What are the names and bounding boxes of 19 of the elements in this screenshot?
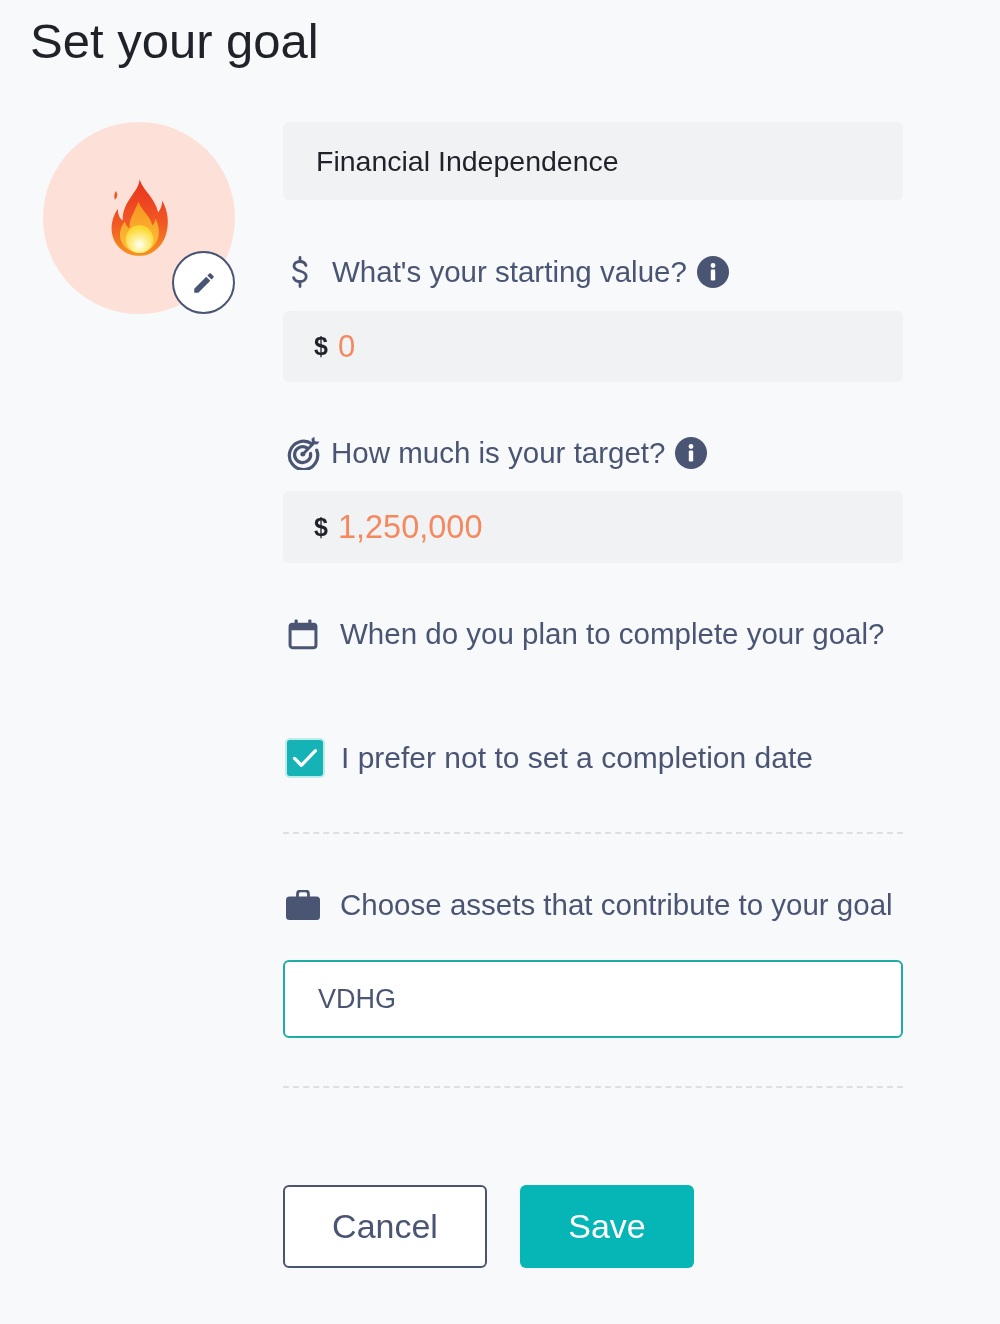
field-label: When do you plan to complete your goal?: [340, 617, 885, 651]
assets-input[interactable]: VDHG: [283, 960, 903, 1038]
field-label: What's your starting value?: [332, 255, 687, 289]
starting-value-field[interactable]: $ 0: [283, 311, 903, 382]
info-icon[interactable]: [675, 437, 708, 469]
dollar-icon: [290, 256, 310, 288]
field-label: Choose assets that contribute to your goal: [340, 888, 893, 922]
target-field[interactable]: $ 1,250,000: [283, 491, 903, 563]
field-label: How much is your target?: [331, 436, 666, 470]
checkbox[interactable]: [285, 738, 325, 778]
info-icon[interactable]: [696, 256, 729, 288]
checkmark-icon: [292, 748, 318, 768]
briefcase-icon: [286, 890, 320, 920]
calendar-icon: [288, 618, 318, 650]
checkbox-label[interactable]: I prefer not to set a completion date: [341, 741, 813, 775]
page-title: Set your goal: [30, 13, 319, 67]
target-icon: [286, 436, 320, 470]
goal-name-field[interactable]: Financial Independence: [283, 122, 903, 200]
cancel-button[interactable]: Cancel: [283, 1185, 487, 1268]
